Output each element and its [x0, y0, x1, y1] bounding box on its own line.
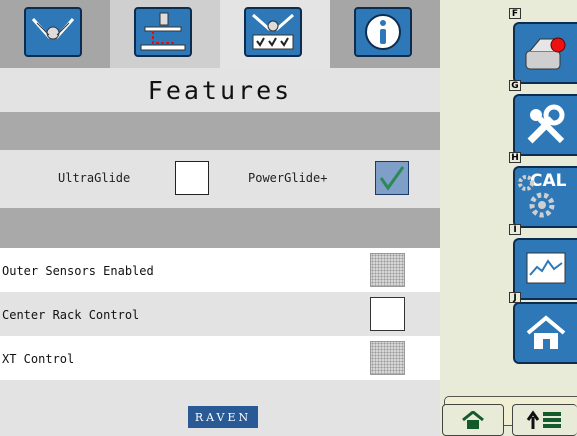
key-label-g: G	[509, 80, 521, 91]
feature-label: Center Rack Control	[2, 308, 140, 322]
main-panel: Features UltraGlide PowerGlide+ Outer Se…	[0, 0, 440, 436]
ultraglide-label: UltraGlide	[58, 171, 131, 185]
tab-features[interactable]	[220, 0, 330, 68]
boom-sensors-icon	[24, 7, 82, 57]
boom-features-icon	[244, 7, 302, 57]
center-rack-checkbox[interactable]	[370, 297, 405, 331]
tab-boom-sensors[interactable]	[0, 0, 110, 68]
operation-icon	[525, 37, 566, 70]
tab-rack-height[interactable]	[110, 0, 220, 68]
key-label-h: H	[509, 152, 521, 163]
softkey-sidebar: F G CAL H I J	[440, 0, 577, 436]
tools-icon	[527, 104, 565, 144]
key-label-f: F	[509, 8, 521, 19]
feature-label: Outer Sensors Enabled	[2, 264, 154, 278]
page-title: Features	[0, 68, 440, 112]
calibration-button[interactable]: CAL	[513, 166, 577, 228]
ultraglide-checkbox[interactable]	[175, 161, 209, 195]
feature-row-center-rack: Center Rack Control	[0, 292, 440, 336]
bottom-home-button[interactable]	[442, 404, 504, 436]
footer: RAVEN	[0, 380, 440, 436]
spacer-bar	[0, 112, 440, 150]
diagnostics-icon	[526, 252, 566, 284]
menu-up-button[interactable]	[512, 404, 577, 436]
spacer-bar	[0, 208, 440, 248]
tools-button[interactable]	[513, 94, 577, 156]
rack-height-icon	[134, 7, 192, 57]
tab-info[interactable]	[330, 0, 440, 68]
check-icon	[379, 166, 405, 191]
home-icon	[526, 315, 566, 349]
diagnostics-button[interactable]	[513, 238, 577, 300]
tab-bar	[0, 0, 440, 68]
feature-label: XT Control	[2, 352, 75, 366]
feature-row-outer-sensors: Outer Sensors Enabled	[0, 248, 440, 292]
outer-sensors-checkbox[interactable]	[370, 253, 405, 287]
home-button[interactable]	[513, 302, 577, 364]
key-label-i: I	[509, 224, 521, 235]
key-label-j: J	[509, 292, 521, 303]
brand-logo: RAVEN	[188, 406, 258, 428]
feature-row-xt-control: XT Control	[0, 336, 440, 380]
xt-control-checkbox[interactable]	[370, 341, 405, 375]
operation-button[interactable]	[513, 22, 577, 84]
powerglide-checkbox[interactable]	[375, 161, 409, 195]
calibration-icon: CAL	[516, 169, 576, 225]
menu-up-icon	[526, 410, 561, 429]
powerglide-label: PowerGlide+	[248, 171, 328, 185]
home-icon	[462, 411, 484, 429]
configuration-row: UltraGlide PowerGlide+	[0, 150, 440, 208]
info-icon	[354, 7, 412, 57]
